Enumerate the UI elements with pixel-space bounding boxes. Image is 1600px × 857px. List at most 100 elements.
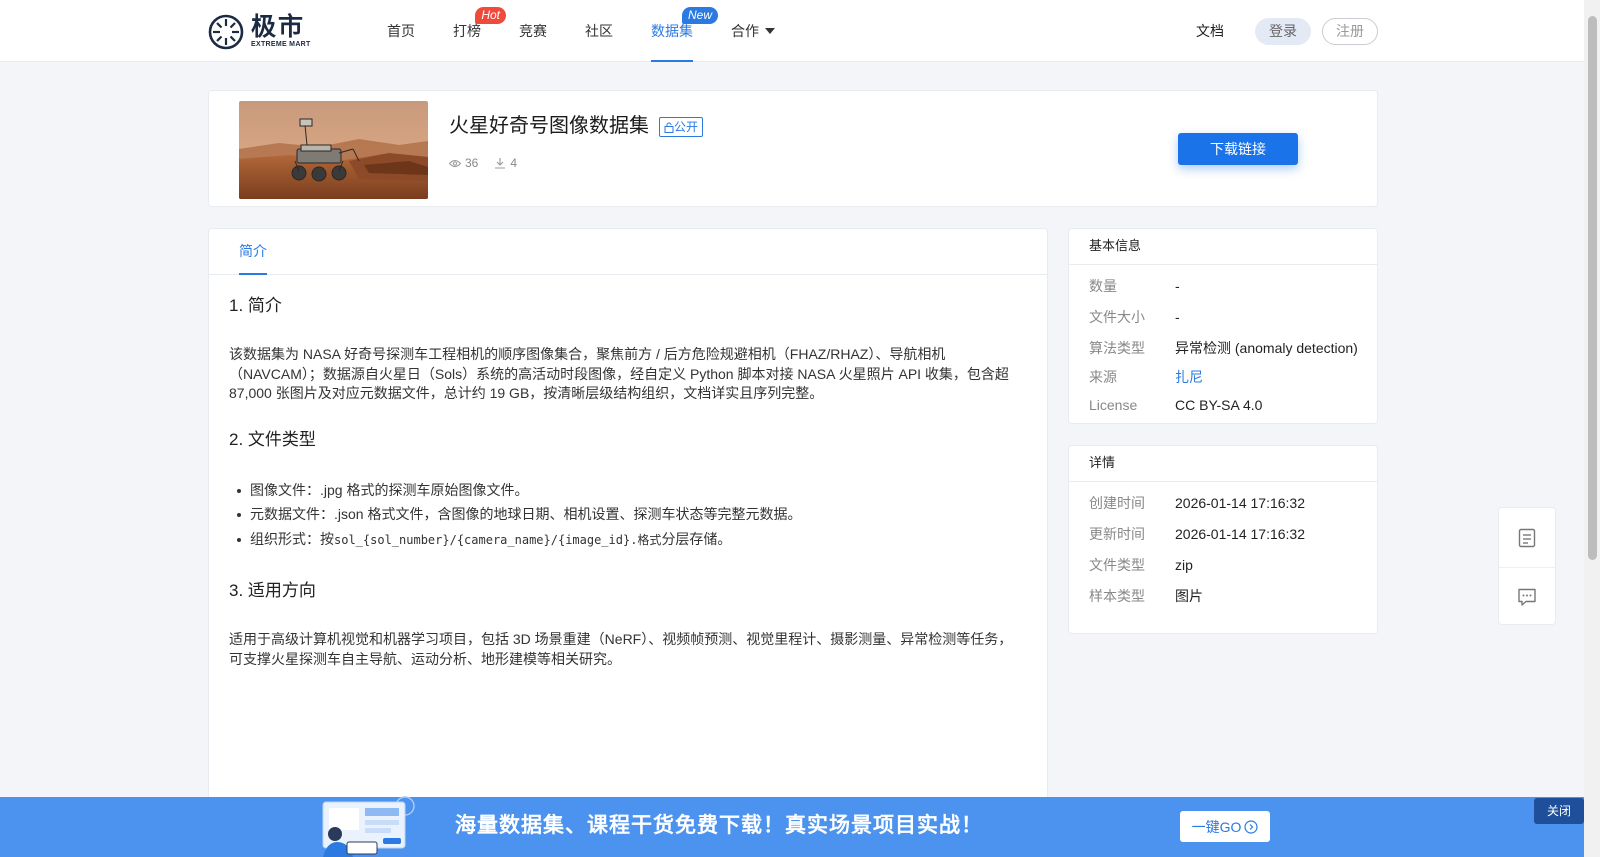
nav-community[interactable]: 社区 xyxy=(566,0,632,62)
arrow-circle-icon xyxy=(1244,819,1258,834)
nav-leaderboard-label: 打榜 xyxy=(453,23,481,39)
public-badge-label: 公开 xyxy=(674,120,699,134)
register-button[interactable]: 注册 xyxy=(1322,18,1378,45)
info-key: 来源 xyxy=(1089,369,1117,385)
path-pattern-code: sol_{sol_number}/{camera_name}/{image_id… xyxy=(334,532,662,547)
site-logo[interactable]: 极市 EXTREME MART xyxy=(207,13,311,51)
info-key: 文件大小 xyxy=(1089,309,1145,325)
detail-value: 2026-01-14 17:16:32 xyxy=(1175,495,1305,511)
detail-row-created: 创建时间 2026-01-14 17:16:32 xyxy=(1089,494,1369,512)
promo-illustration xyxy=(322,796,415,857)
info-row-file-size: 文件大小 - xyxy=(1089,308,1369,326)
source-link[interactable]: 扎尼 xyxy=(1175,368,1203,386)
details-title: 详情 xyxy=(1069,446,1377,482)
nav-cooperation-label: 合作 xyxy=(731,23,759,39)
views-stat: 36 xyxy=(449,156,478,170)
section-title-file-types: 2. 文件类型 xyxy=(229,429,316,449)
eye-icon xyxy=(449,159,461,167)
promo-go-button[interactable]: 一键GO xyxy=(1180,811,1270,842)
article-body: 1. 简介 该数据集为 NASA 好奇号探测车工程相机的顺序图像集合，聚焦前方 … xyxy=(229,295,1029,669)
chat-icon xyxy=(1518,588,1536,606)
top-header: 极市 EXTREME MART 首页 打榜 Hot 竞赛 社区 数据集 New … xyxy=(0,0,1584,62)
detail-row-sample-type: 样本类型 图片 xyxy=(1089,587,1369,605)
main-nav: 首页 打榜 Hot 竞赛 社区 数据集 New 合作 xyxy=(368,0,794,62)
detail-row-updated: 更新时间 2026-01-14 17:16:32 xyxy=(1089,525,1369,543)
detail-key: 样本类型 xyxy=(1089,588,1145,604)
intro-paragraph-line: 87,000 张图片及对应元数据文件，总计约 19 GB，按清晰层级结构组织，文… xyxy=(229,385,824,401)
detail-value: 图片 xyxy=(1175,588,1203,604)
file-type-list: 图像文件：.jpg 格式的探测车原始图像文件。 元数据文件：.json 格式文件… xyxy=(229,478,1029,553)
details-card: 详情 创建时间 2026-01-14 17:16:32 更新时间 2026-01… xyxy=(1068,445,1378,634)
intro-paragraph-line: （NAVCAM）；数据源自火星日（Sols）系统的高活动时段图像，经自定义 Py… xyxy=(229,365,1009,382)
basic-info-card: 基本信息 数量 - 文件大小 - 算法类型 异常检测 (anomaly dete… xyxy=(1068,228,1378,424)
dataset-title: 火星好奇号图像数据集 xyxy=(449,115,649,137)
detail-row-file-type: 文件类型 zip xyxy=(1089,556,1369,574)
download-link-button[interactable]: 下载链接 xyxy=(1178,133,1298,165)
nav-competition[interactable]: 竞赛 xyxy=(500,0,566,62)
scrollbar-thumb[interactable] xyxy=(1588,16,1597,560)
detail-key: 创建时间 xyxy=(1089,495,1145,511)
info-value: CC BY-SA 4.0 xyxy=(1175,397,1263,413)
list-item-prefix: 组织形式：按 xyxy=(250,530,334,547)
info-value: - xyxy=(1175,278,1180,294)
download-icon xyxy=(495,158,506,169)
intro-paragraph-line: 该数据集为 NASA 好奇号探测车工程相机的顺序图像集合，聚焦前方 / 后方危险… xyxy=(229,346,946,362)
document-tool-button[interactable] xyxy=(1499,508,1555,567)
section-title-applications: 3. 适用方向 xyxy=(229,581,316,600)
info-key: 算法类型 xyxy=(1089,340,1145,356)
caret-down-icon xyxy=(765,28,775,34)
public-badge: 公开 xyxy=(659,117,704,137)
info-row-count: 数量 - xyxy=(1089,277,1369,295)
dataset-banner: 火星好奇号图像数据集 公开 36 4 下载链接 xyxy=(208,90,1378,207)
dataset-stats: 36 4 xyxy=(449,156,533,170)
list-item: 元数据文件：.json 格式文件，含图像的地球日期、相机设置、探测车状态等完整元… xyxy=(229,502,1029,527)
list-item: 组织形式：按sol_{sol_number}/{camera_name}/{im… xyxy=(229,527,1029,553)
nav-datasets-label: 数据集 xyxy=(651,23,693,39)
promo-banner: 海量数据集、课程干货免费下载！真实场景项目实战！ 一键GO xyxy=(0,796,1584,857)
downloads-count: 4 xyxy=(510,156,518,170)
tab-intro[interactable]: 简介 xyxy=(239,229,267,275)
views-count: 36 xyxy=(465,156,479,170)
nav-home-label: 首页 xyxy=(387,23,415,39)
promo-text: 海量数据集、课程干货免费下载！真实场景项目实战！ xyxy=(455,814,983,837)
promo-go-label: 一键GO xyxy=(1191,818,1242,835)
logo-text-en: EXTREME MART xyxy=(251,41,311,48)
applications-paragraph-line: 适用于高级计算机视觉和机器学习项目，包括 3D 场景重建（NeRF）、视频帧预测… xyxy=(229,631,1013,647)
nav-leaderboard[interactable]: 打榜 Hot xyxy=(434,0,506,62)
info-row-algorithm: 算法类型 异常检测 (anomaly detection) xyxy=(1089,339,1369,357)
promo-close-button[interactable]: 关闭 xyxy=(1534,798,1584,824)
detail-key: 更新时间 xyxy=(1089,526,1145,542)
document-icon xyxy=(1518,528,1536,547)
nav-competition-label: 竞赛 xyxy=(519,23,547,39)
info-value: 异常检测 (anomaly detection) xyxy=(1175,340,1358,356)
mars-rover-image xyxy=(239,101,428,199)
nav-datasets[interactable]: 数据集 New xyxy=(632,0,718,62)
downloads-stat: 4 xyxy=(494,156,517,170)
detail-value: 2026-01-14 17:16:32 xyxy=(1175,526,1305,542)
nav-community-label: 社区 xyxy=(585,23,613,39)
dataset-description-panel: 简介 1. 简介 该数据集为 NASA 好奇号探测车工程相机的顺序图像集合，聚焦… xyxy=(208,228,1048,857)
nav-home[interactable]: 首页 xyxy=(368,0,434,62)
detail-key: 文件类型 xyxy=(1089,557,1145,573)
feedback-tool-button[interactable] xyxy=(1499,567,1555,626)
applications-paragraph-line: 可支撑火星探测车自主导航、运动分析、地形建模等相关研究。 xyxy=(229,650,621,667)
public-icon xyxy=(664,122,674,133)
list-item: 图像文件：.jpg 格式的探测车原始图像文件。 xyxy=(229,478,1029,503)
logo-text-cn: 极市 xyxy=(251,13,306,41)
info-row-source: 来源 扎尼 xyxy=(1089,368,1369,386)
nav-cooperation[interactable]: 合作 xyxy=(712,0,794,62)
floating-toolbar xyxy=(1498,507,1556,625)
info-row-license: License CC BY-SA 4.0 xyxy=(1089,396,1369,414)
detail-value: zip xyxy=(1175,557,1193,573)
section-title-intro: 1. 简介 xyxy=(229,296,282,315)
info-key: License xyxy=(1089,397,1138,413)
dataset-thumbnail xyxy=(239,101,428,199)
info-key: 数量 xyxy=(1089,278,1117,294)
docs-link[interactable]: 文档 xyxy=(1196,0,1224,62)
content-tabs: 简介 xyxy=(209,229,1047,275)
login-button[interactable]: 登录 xyxy=(1255,18,1311,45)
list-item-suffix: 分层存储。 xyxy=(661,530,732,547)
info-value: - xyxy=(1175,309,1180,325)
logo-mark-icon xyxy=(208,14,244,50)
basic-info-title: 基本信息 xyxy=(1069,229,1377,265)
